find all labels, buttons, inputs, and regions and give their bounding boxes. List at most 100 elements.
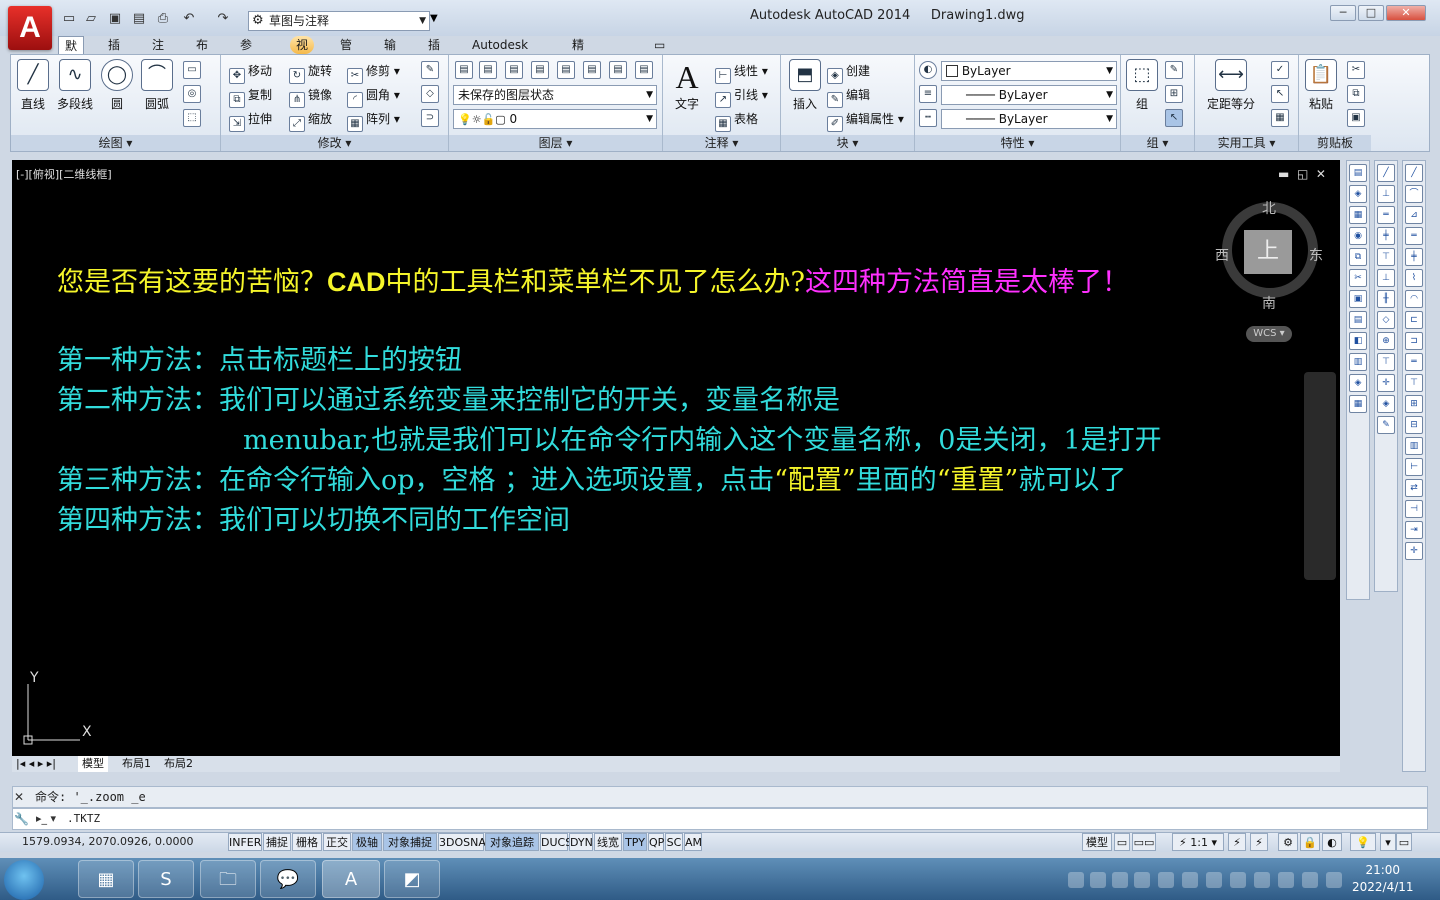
tab-output[interactable]: 输出: [378, 36, 402, 70]
measure-tool[interactable]: ⟷ 定距等分: [1199, 59, 1263, 112]
status-snap[interactable]: 捕捉: [263, 833, 291, 851]
taskbar-app-icon[interactable]: ▦: [78, 860, 134, 898]
create-block-tool[interactable]: ◈ 创建: [827, 61, 870, 84]
tray-icon[interactable]: [1134, 872, 1150, 888]
hardware-acceleration-icon[interactable]: ◐: [1322, 833, 1342, 851]
tool-icon[interactable]: ▥: [1405, 437, 1423, 455]
arc-tool[interactable]: ⌒ 圆弧: [139, 59, 175, 112]
print-icon[interactable]: ⎙: [154, 11, 172, 27]
trim-tool[interactable]: ✂ 修剪 ▾: [347, 61, 400, 84]
tool-icon[interactable]: ╱: [1377, 164, 1395, 182]
tool-icon[interactable]: ╱: [1405, 164, 1423, 182]
tab-layout2[interactable]: 布局2: [160, 756, 197, 772]
wechat-icon[interactable]: 💬: [260, 860, 316, 898]
move-tool[interactable]: ✥ 移动: [229, 61, 272, 84]
paste-tool[interactable]: 📋 粘贴: [1303, 59, 1339, 112]
panel-block-label[interactable]: 块 ▾: [781, 135, 914, 151]
annotation-visibility-icon[interactable]: ⚡: [1228, 833, 1246, 851]
tool-icon[interactable]: ▤: [1349, 311, 1367, 329]
status-otrack[interactable]: 对象追踪: [485, 833, 539, 851]
autocad-taskbar-icon[interactable]: A: [322, 860, 380, 898]
status-sc[interactable]: SC: [665, 833, 683, 851]
tray-icon[interactable]: [1302, 872, 1318, 888]
tool-icon[interactable]: ⊢: [1405, 458, 1423, 476]
panel-properties-label[interactable]: 特性 ▾: [915, 135, 1120, 151]
minimize-button[interactable]: ─: [1330, 5, 1356, 21]
viewport-window-controls[interactable]: ▬ ◱ ✕: [1278, 167, 1326, 181]
layer-icon[interactable]: ▤: [531, 61, 549, 79]
wcs-menu[interactable]: WCS ▾: [1246, 326, 1292, 342]
panel-modify-label[interactable]: 修改 ▾: [221, 135, 448, 151]
boundary-icon[interactable]: ⬚: [183, 109, 201, 127]
edit-block-tool[interactable]: ✎ 编辑: [827, 85, 870, 108]
explode-icon[interactable]: ◇: [421, 85, 439, 103]
line-tool[interactable]: ╱ 直线: [15, 59, 51, 112]
tab-layout1[interactable]: 布局1: [118, 756, 155, 772]
tab-autodesk-360[interactable]: Autodesk 360: [466, 36, 534, 70]
quick-select-icon[interactable]: ↖: [1271, 85, 1289, 103]
tab-layout[interactable]: 布局: [190, 36, 214, 70]
status-model[interactable]: 模型: [1082, 833, 1112, 851]
rectangle-icon[interactable]: ▭: [183, 61, 201, 79]
tray-icon[interactable]: [1278, 872, 1294, 888]
tab-view[interactable]: 视图: [290, 36, 315, 70]
save-as-icon[interactable]: ▤: [130, 11, 148, 27]
tool-icon[interactable]: ▤: [1349, 164, 1367, 182]
layer-select[interactable]: 💡☼🔓▢ 0 ▼: [453, 109, 657, 129]
fillet-tool[interactable]: ◜ 圆角 ▾: [347, 85, 400, 108]
application-menu-button[interactable]: A: [8, 6, 52, 50]
lock-icon[interactable]: 🔒: [1300, 833, 1320, 851]
status-3dosnap[interactable]: 3DOSNAP: [438, 833, 493, 851]
tool-icon[interactable]: ⊥: [1377, 185, 1395, 203]
copy-clip-icon[interactable]: ⧉: [1347, 85, 1365, 103]
tool-icon[interactable]: ⊤: [1405, 374, 1423, 392]
layout-nav-icons[interactable]: |◂ ◂ ▸ ▸|: [16, 756, 56, 772]
sogou-icon[interactable]: S: [138, 860, 194, 898]
viewcube-top-face[interactable]: 上: [1244, 230, 1292, 274]
auto-scale-icon[interactable]: ⚡: [1250, 833, 1268, 851]
tool-icon[interactable]: ⊿: [1405, 206, 1423, 224]
start-button[interactable]: [4, 860, 44, 900]
calculator-icon[interactable]: ▦: [1271, 109, 1289, 127]
layer-state-select[interactable]: 未保存的图层状态 ▼: [453, 85, 657, 105]
tool-icon[interactable]: ▦: [1349, 206, 1367, 224]
new-icon[interactable]: ▭: [60, 11, 78, 27]
tool-icon[interactable]: ▥: [1349, 353, 1367, 371]
annotation-scale[interactable]: ⚡ 1:1 ▾: [1172, 833, 1224, 851]
layer-icon[interactable]: ▤: [583, 61, 601, 79]
tool-icon[interactable]: ⇄: [1405, 479, 1423, 497]
close-icon[interactable]: ✕: [14, 790, 24, 804]
tab-manage[interactable]: 管理: [334, 36, 358, 70]
layer-icon[interactable]: ▤: [479, 61, 497, 79]
utility-icon[interactable]: ✓: [1271, 61, 1289, 79]
status-ortho[interactable]: 正交: [323, 833, 351, 851]
panel-annotation-label[interactable]: 注释 ▾: [663, 135, 780, 151]
network-icon[interactable]: [1326, 872, 1342, 888]
tool-icon[interactable]: ⊤: [1377, 353, 1395, 371]
scale-tool[interactable]: ⤢ 缩放: [289, 109, 332, 132]
offset-icon[interactable]: ⊃: [421, 109, 439, 127]
layer-properties-icon[interactable]: ▤: [455, 61, 473, 79]
color-wheel-icon[interactable]: ◐: [919, 61, 937, 79]
panel-layers-label[interactable]: 图层 ▾: [449, 135, 662, 151]
tool-icon[interactable]: ⊐: [1405, 332, 1423, 350]
tool-icon[interactable]: ⊏: [1405, 311, 1423, 329]
compass-west[interactable]: 西: [1215, 245, 1229, 265]
tool-icon[interactable]: ⊥: [1377, 269, 1395, 287]
qq-icon[interactable]: [1206, 872, 1222, 888]
coordinates-readout[interactable]: 1579.0934, 2070.0926, 0.0000: [22, 835, 193, 848]
tool-icon[interactable]: ═: [1405, 353, 1423, 371]
tool-icon[interactable]: ⇥: [1405, 521, 1423, 539]
tool-icon[interactable]: ⊕: [1377, 332, 1395, 350]
tool-icon[interactable]: ◉: [1349, 227, 1367, 245]
tool-icon[interactable]: ═: [1405, 227, 1423, 245]
volume-icon[interactable]: [1254, 872, 1270, 888]
group-edit-icon[interactable]: ⊞: [1165, 85, 1183, 103]
tab-default[interactable]: 默认: [58, 36, 85, 71]
cut-icon[interactable]: ✂: [1347, 61, 1365, 79]
array-tool[interactable]: ▦ 阵列 ▾: [347, 109, 400, 132]
tray-icon[interactable]: [1230, 872, 1246, 888]
tool-icon[interactable]: ⊟: [1405, 416, 1423, 434]
tab-model[interactable]: 模型: [78, 756, 108, 772]
status-tpy[interactable]: TPY: [623, 833, 647, 851]
